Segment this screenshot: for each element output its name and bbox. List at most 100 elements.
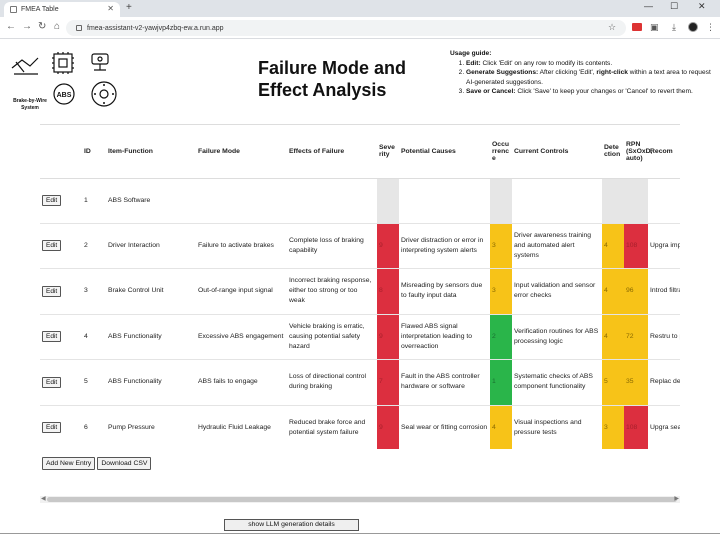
header-effects: Effects of Failure	[287, 125, 377, 179]
edit-button[interactable]: Edit	[42, 376, 62, 388]
table-actions: Add New Entry Download CSV	[42, 457, 152, 470]
browser-toolbar: ← → ↻ ⌂ fmea-assistant-v2-yawjvp4zbq-ew.…	[0, 17, 720, 39]
table-row: Edit 1 ABS Software	[40, 178, 680, 224]
horizontal-scrollbar[interactable]: ◀ ▶	[40, 496, 680, 503]
home-icon[interactable]: ⌂	[54, 21, 60, 32]
fmea-table: ID Item-Function Failure Mode Effects of…	[40, 125, 680, 449]
url-text: fmea-assistant-v2-yawjvp4zbq-ew.a.run.ap…	[87, 24, 224, 32]
minimize-icon[interactable]: —	[644, 1, 653, 11]
browser-tab[interactable]: FMEA Table ✕	[4, 2, 120, 17]
cell-detection: 3	[602, 405, 624, 449]
extension-icon[interactable]	[632, 23, 642, 31]
cell-recommended: Replac defect	[648, 359, 680, 406]
header-severity: Severity	[377, 125, 399, 179]
cell-effects	[287, 178, 377, 224]
cell-effects: Reduced brake force and potential system…	[287, 405, 377, 449]
fmea-table-container: ID Item-Function Failure Mode Effects of…	[40, 124, 680, 449]
edit-button[interactable]: Edit	[42, 285, 62, 297]
maximize-icon[interactable]: ☐	[670, 1, 678, 12]
cell-severity: 9	[377, 223, 399, 269]
cell-occurrence: 1	[490, 359, 512, 406]
tab-title: FMEA Table	[21, 6, 59, 13]
browser-tab-bar: FMEA Table ✕ + — ☐ ✕	[0, 0, 720, 17]
cell-mode: Excessive ABS engagement	[196, 314, 287, 360]
logo-caption: Brake-by-Wire System	[13, 98, 47, 111]
cell-causes: Driver distraction or error in interpret…	[399, 223, 490, 269]
cell-occurrence: 3	[490, 223, 512, 269]
add-new-entry-button[interactable]: Add New Entry	[42, 457, 96, 470]
site-info-icon[interactable]	[76, 25, 82, 31]
cell-recommended	[648, 178, 680, 224]
cell-detection: 4	[602, 268, 624, 315]
address-bar[interactable]: fmea-assistant-v2-yawjvp4zbq-ew.a.run.ap…	[66, 20, 626, 36]
tab-close-icon[interactable]: ✕	[107, 4, 114, 13]
cell-effects: Vehicle braking is erratic, causing pote…	[287, 314, 377, 360]
table-row: Edit 2 Driver Interaction Failure to act…	[40, 223, 680, 269]
edit-button[interactable]: Edit	[42, 422, 62, 434]
cell-mode: Out-of-range input signal	[196, 268, 287, 315]
cell-severity: 8	[377, 268, 399, 315]
window-close-icon[interactable]: ✕	[698, 1, 706, 12]
edit-button[interactable]: Edit	[42, 240, 62, 252]
header-causes: Potential Causes	[399, 125, 490, 179]
cell-id: 3	[82, 268, 106, 315]
reload-icon[interactable]: ↻	[38, 21, 46, 32]
extensions-puzzle-icon[interactable]: ▣	[650, 22, 659, 33]
cell-causes: Misreading by sensors due to faulty inpu…	[399, 268, 490, 315]
table-row: Edit 4 ABS Functionality Excessive ABS e…	[40, 314, 680, 360]
cell-rpn	[624, 178, 648, 224]
cell-causes: Fault in the ABS controller hardware or …	[399, 359, 490, 406]
cell-recommended: Upgra improv interfa	[648, 223, 680, 269]
menu-kebab-icon[interactable]: ⋮	[706, 22, 715, 33]
cell-controls: Visual inspections and pressure tests	[512, 405, 602, 449]
download-csv-button[interactable]: Download CSV	[97, 457, 152, 470]
cell-occurrence: 2	[490, 314, 512, 360]
edit-button[interactable]: Edit	[42, 195, 62, 206]
cell-effects: Incorrect braking response, either too s…	[287, 268, 377, 315]
cell-id: 4	[82, 314, 106, 360]
cell-severity: 7	[377, 359, 399, 406]
header-occurrence: Occurrence	[490, 125, 512, 179]
header-detection: Detection	[602, 125, 624, 179]
cell-id: 1	[82, 178, 106, 224]
cell-rpn: 72	[624, 314, 648, 360]
edit-button[interactable]: Edit	[42, 331, 62, 343]
guide-item-suggestions: Generate Suggestions: After clicking 'Ed…	[466, 68, 718, 87]
table-row: Edit 6 Pump Pressure Hydraulic Fluid Lea…	[40, 405, 680, 449]
usage-guide-title: Usage guide:	[450, 50, 492, 57]
cell-id: 2	[82, 223, 106, 269]
scroll-left-icon[interactable]: ◀	[41, 495, 46, 502]
header-recommended: Recom	[648, 125, 680, 179]
profile-avatar[interactable]	[688, 22, 698, 32]
cell-item: ABS Functionality	[106, 359, 196, 406]
bookmark-star-icon[interactable]: ☆	[608, 22, 616, 33]
cell-causes	[399, 178, 490, 224]
show-llm-details-button[interactable]: show LLM generation details	[224, 519, 359, 531]
cell-mode	[196, 178, 287, 224]
cell-controls	[512, 178, 602, 224]
abs-logo-text: ABS	[57, 92, 72, 99]
cell-rpn: 35	[624, 359, 648, 406]
cell-id: 5	[82, 359, 106, 406]
cell-controls: Input validation and sensor error checks	[512, 268, 602, 315]
cell-effects: Loss of directional control during braki…	[287, 359, 377, 406]
cell-mode: Failure to activate brakes	[196, 223, 287, 269]
cell-item: ABS Software	[106, 178, 196, 224]
cell-recommended: Restru to prev engag	[648, 314, 680, 360]
download-icon[interactable]: ⤓	[672, 22, 676, 33]
scrollbar-thumb[interactable]	[47, 497, 677, 502]
back-icon[interactable]: ←	[6, 21, 16, 32]
logo-group: ABS Brake-by-Wire System	[8, 48, 128, 114]
cell-item: ABS Functionality	[106, 314, 196, 360]
cell-causes: Flawed ABS signal interpretation leading…	[399, 314, 490, 360]
cell-detection	[602, 178, 624, 224]
header-item-function: Item-Function	[106, 125, 196, 179]
cell-detection: 4	[602, 223, 624, 269]
forward-icon[interactable]: →	[22, 21, 32, 32]
cell-controls: Verification routines for ABS processing…	[512, 314, 602, 360]
tab-favicon-icon	[10, 6, 17, 13]
new-tab-icon[interactable]: +	[126, 2, 132, 13]
cell-controls: Driver awareness training and automated …	[512, 223, 602, 269]
cell-rpn: 108	[624, 405, 648, 449]
scroll-right-icon[interactable]: ▶	[674, 495, 679, 502]
